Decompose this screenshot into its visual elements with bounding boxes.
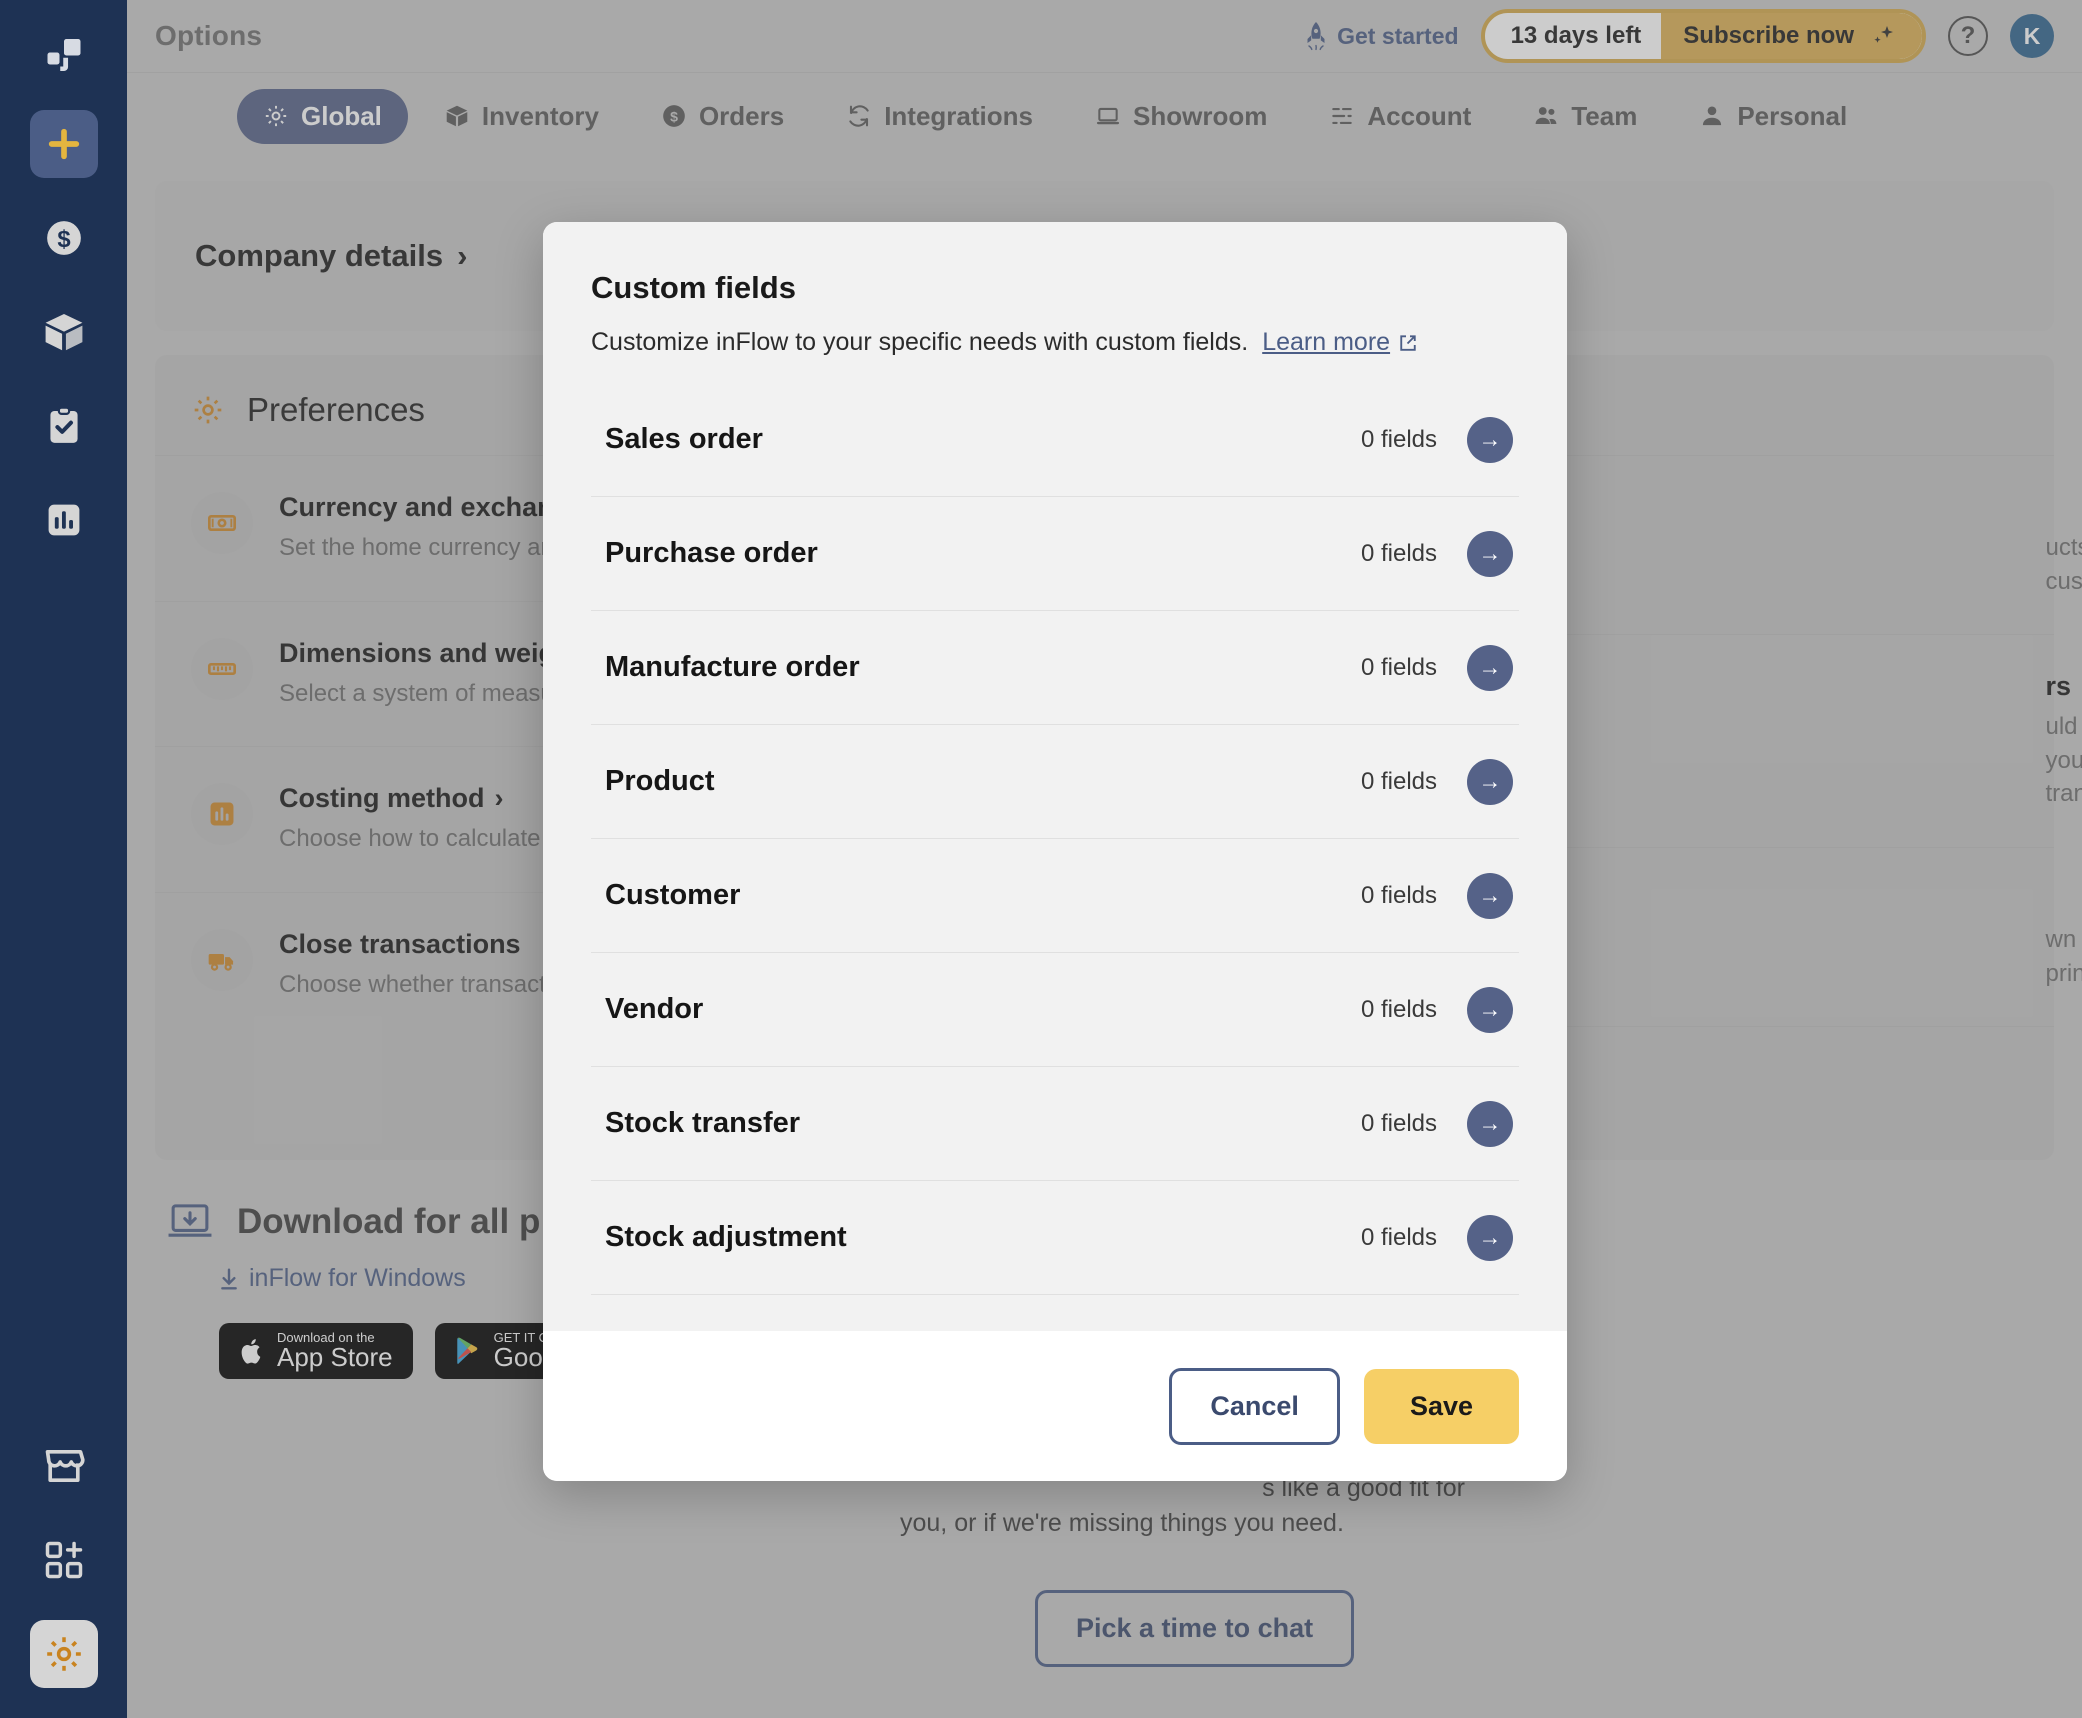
app-root: Options Get started 13 days left Subscri… — [0, 0, 2082, 1718]
inflow-logo-icon[interactable] — [37, 30, 91, 84]
row-count: 0 fields — [1360, 767, 1437, 795]
row-count: 0 fields — [1360, 425, 1437, 453]
row-name: Product — [605, 765, 715, 797]
arrow-right-icon[interactable]: → — [1467, 758, 1513, 805]
table-row[interactable]: Customer 0 fields → — [591, 839, 1519, 953]
plus-icon — [44, 124, 84, 164]
arrow-right-icon[interactable]: → — [1467, 986, 1513, 1033]
custom-fields-modal: Custom fields Customize inFlow to your s… — [543, 222, 1567, 1481]
row-count: 0 fields — [1360, 1109, 1437, 1137]
table-row[interactable]: Stock transfer 0 fields → — [591, 1067, 1519, 1181]
rail-showroom-button[interactable] — [30, 1432, 98, 1500]
modal-footer: Cancel Save — [543, 1331, 1567, 1481]
row-name: Sales order — [605, 423, 763, 455]
arrow-right-icon[interactable]: → — [1467, 1214, 1513, 1261]
rail-settings-button[interactable] — [29, 1620, 98, 1688]
row-name: Customer — [605, 879, 741, 911]
cancel-button[interactable]: Cancel — [1169, 1367, 1340, 1445]
table-row[interactable]: Stock adjustment 0 fields → — [591, 1181, 1519, 1295]
row-name: Stock transfer — [605, 1107, 801, 1139]
left-rail: $ — [0, 0, 127, 1718]
box-icon — [41, 309, 87, 355]
row-name: Stock adjustment — [605, 1221, 847, 1253]
modal-title: Custom fields — [591, 270, 796, 305]
row-name: Vendor — [605, 993, 704, 1025]
row-name: Manufacture order — [605, 651, 860, 683]
modal-body: Custom fields Customize inFlow to your s… — [543, 222, 1567, 1331]
storefront-icon — [41, 1443, 87, 1489]
row-count: 0 fields — [1360, 995, 1437, 1023]
table-row[interactable]: Product 0 fields → — [591, 725, 1519, 839]
row-count: 0 fields — [1360, 653, 1437, 681]
gear-icon — [43, 1633, 85, 1675]
modal-subtitle-text: Customize inFlow to your specific needs … — [591, 328, 1249, 356]
arrow-right-icon[interactable]: → — [1467, 530, 1513, 577]
external-link-icon — [1398, 333, 1418, 353]
rail-inventory-button[interactable] — [30, 298, 98, 366]
save-button[interactable]: Save — [1363, 1368, 1519, 1444]
arrow-right-icon[interactable]: → — [1467, 1100, 1513, 1147]
table-row[interactable]: Purchase order 0 fields → — [591, 497, 1519, 611]
custom-fields-list: Sales order 0 fields → Purchase order 0 … — [591, 383, 1519, 1295]
rail-bottom-group — [29, 1406, 98, 1688]
learn-more-link[interactable]: Learn more — [1262, 328, 1418, 357]
svg-text:$: $ — [57, 226, 70, 253]
arrow-right-icon[interactable]: → — [1467, 644, 1513, 691]
learn-more-label: Learn more — [1262, 328, 1391, 356]
table-row[interactable]: Vendor 0 fields → — [591, 953, 1519, 1067]
table-row[interactable]: Manufacture order 0 fields → — [591, 611, 1519, 725]
dollar-coin-icon: $ — [42, 216, 86, 260]
modal-subtitle: Customize inFlow to your specific needs … — [591, 328, 1519, 357]
row-count: 0 fields — [1360, 539, 1437, 567]
row-name: Purchase order — [605, 537, 818, 569]
bar-chart-icon — [42, 498, 86, 542]
clipboard-check-icon — [42, 404, 86, 448]
rail-reports-button[interactable] — [30, 486, 98, 554]
rail-new-item-button[interactable] — [29, 110, 98, 178]
table-row[interactable]: Sales order 0 fields → — [591, 383, 1519, 497]
rail-sales-button[interactable]: $ — [30, 204, 98, 272]
arrow-right-icon[interactable]: → — [1467, 416, 1513, 463]
rail-tasks-button[interactable] — [30, 392, 98, 460]
row-count: 0 fields — [1360, 1223, 1437, 1251]
row-count: 0 fields — [1360, 881, 1437, 909]
rail-integrations-button[interactable] — [30, 1526, 98, 1594]
arrow-right-icon[interactable]: → — [1467, 872, 1513, 919]
apps-plus-icon — [42, 1538, 86, 1582]
